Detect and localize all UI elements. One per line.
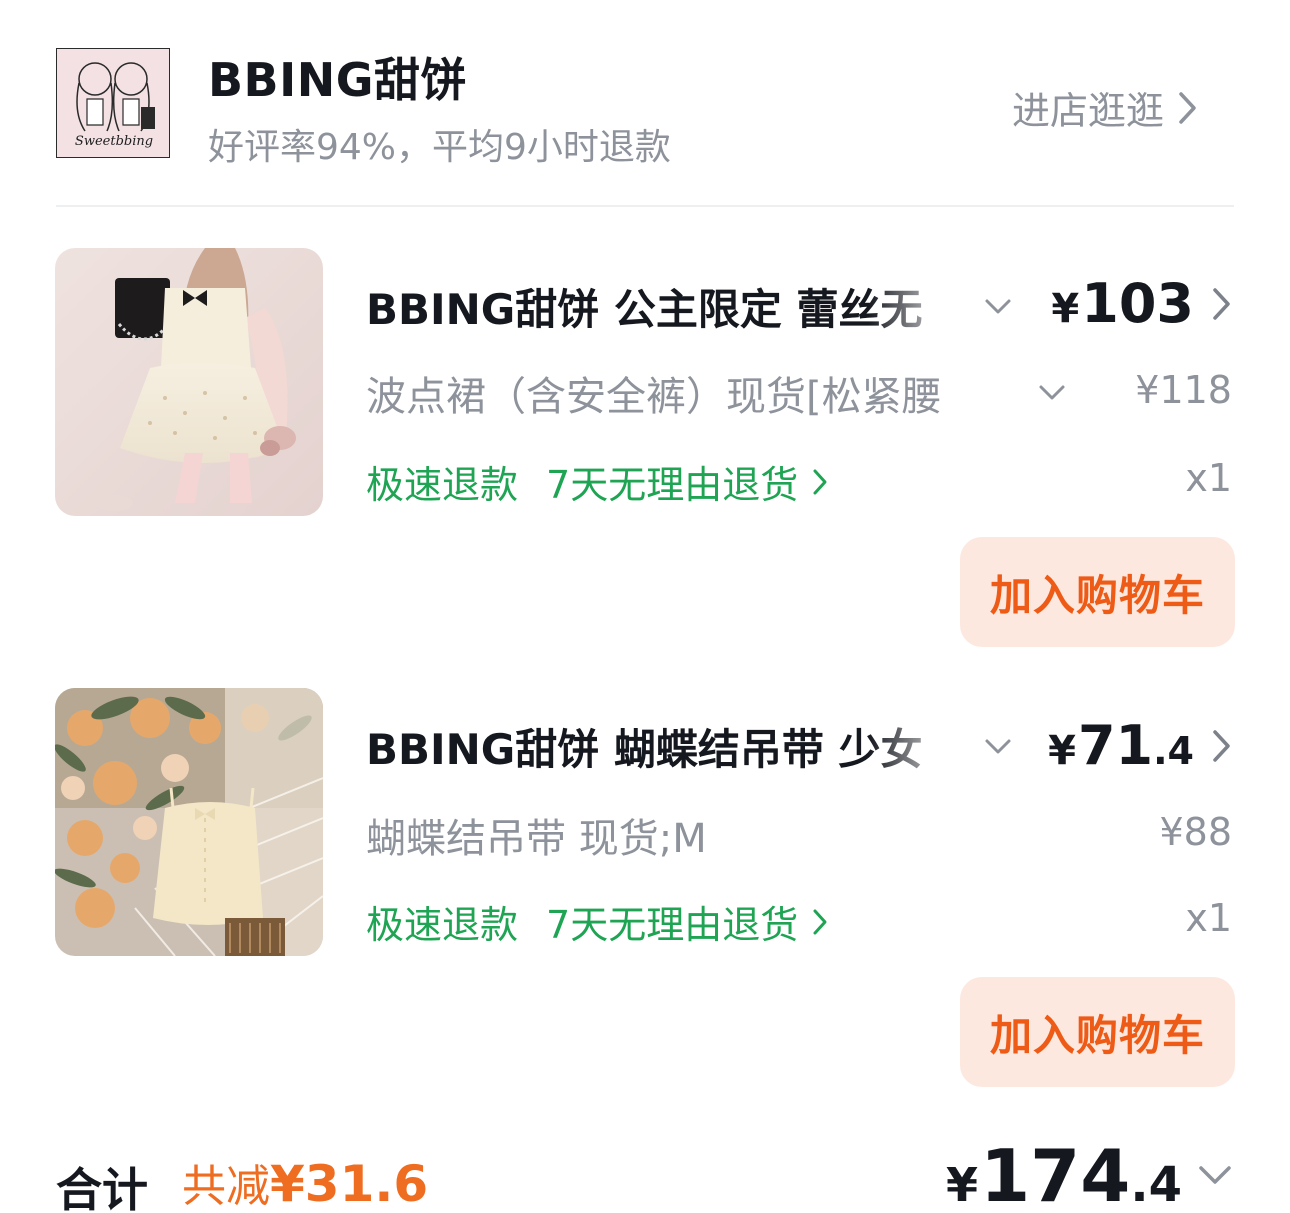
chevron-right-icon [813, 909, 827, 934]
sku-text: 蝴蝶结吊带 现货;M [366, 816, 707, 862]
discount-amount: ¥31.6 [270, 1155, 429, 1213]
product-image[interactable] [55, 248, 323, 516]
fast-refund-tag: 极速退款 [366, 463, 519, 507]
chevron-down-icon [1199, 1166, 1231, 1184]
shop-rating-info: 好评率94%，平均9小时退款 [208, 127, 671, 168]
product-title: BBING甜饼 公主限定 蕾丝无 [366, 285, 923, 334]
chevron-right-icon [1213, 729, 1230, 762]
chevron-right-icon [1179, 91, 1196, 124]
price-integer: 71 [1077, 714, 1154, 777]
visit-store-link[interactable]: 进店逛逛 [1012, 80, 1198, 135]
price-currency: ¥ [1048, 728, 1076, 774]
fast-refund-tag: 极速退款 [366, 903, 519, 947]
total-integer: 174 [980, 1134, 1131, 1213]
service-guarantees[interactable]: 极速退款 7天无理由退货 [366, 454, 828, 509]
shop-logo[interactable]: Sweetbbing [56, 48, 170, 158]
discount-label: 共减 [182, 1161, 270, 1212]
product-image[interactable] [55, 688, 323, 956]
quantity: x1 [1185, 456, 1232, 500]
product-title-row[interactable]: BBING甜饼 蝴蝶结吊带 少女 [366, 716, 1012, 777]
seven-day-return-tag: 7天无理由退货 [546, 463, 799, 507]
shop-name[interactable]: BBING甜饼 [208, 44, 467, 110]
price-decimal: .4 [1153, 729, 1194, 773]
product-price: ¥ 103 [1051, 272, 1194, 335]
shop-logo-image: Sweetbbing [57, 49, 169, 157]
total-price-row[interactable]: ¥ 174 .4 [946, 1134, 1232, 1213]
chevron-right-icon [813, 469, 827, 494]
chevron-right-icon [1213, 287, 1230, 320]
product-price-row[interactable]: ¥ 103 [1051, 272, 1232, 335]
total-decimal: .4 [1130, 1157, 1182, 1213]
price-integer: 103 [1081, 272, 1194, 335]
price-currency: ¥ [1051, 286, 1080, 332]
chevron-down-icon [985, 299, 1011, 313]
logo-text: Sweetbbing [75, 134, 153, 149]
sku-text: 波点裙（含安全裤）现货[松紧腰 [366, 374, 942, 420]
total-price: ¥ 174 .4 [946, 1134, 1182, 1213]
add-to-cart-button[interactable]: 加入购物车 [960, 537, 1235, 647]
original-price: ¥88 [1159, 810, 1232, 854]
product-photo-dress [55, 248, 323, 516]
total-currency: ¥ [946, 1158, 979, 1212]
product-photo-top [55, 688, 323, 956]
product-price-row[interactable]: ¥ 71 .4 [1048, 714, 1232, 777]
visit-store-label: 进店逛逛 [1012, 89, 1165, 133]
service-guarantees[interactable]: 极速退款 7天无理由退货 [366, 894, 828, 949]
add-to-cart-button[interactable]: 加入购物车 [960, 977, 1235, 1087]
original-price: ¥118 [1135, 368, 1232, 412]
chevron-down-icon [1039, 385, 1065, 400]
product-price: ¥ 71 .4 [1048, 714, 1194, 777]
product-title-row[interactable]: BBING甜饼 公主限定 蕾丝无 [366, 276, 1012, 337]
sku-selector[interactable]: 波点裙（含安全裤）现货[松紧腰 [366, 364, 1066, 422]
quantity: x1 [1185, 896, 1232, 940]
discount-summary: 共减 ¥31.6 [182, 1150, 428, 1213]
header-divider [56, 205, 1234, 207]
product-title: BBING甜饼 蝴蝶结吊带 少女 [366, 725, 923, 774]
chevron-down-icon [985, 739, 1011, 753]
total-label: 合计 [56, 1163, 148, 1213]
seven-day-return-tag: 7天无理由退货 [546, 903, 799, 947]
sku-selector[interactable]: 蝴蝶结吊带 现货;M [366, 806, 707, 864]
